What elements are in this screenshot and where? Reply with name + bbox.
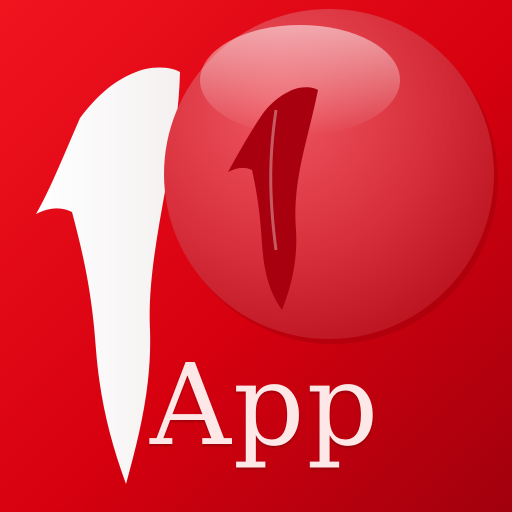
app-icon[interactable]: App bbox=[0, 0, 512, 512]
app-label: App bbox=[150, 341, 381, 471]
